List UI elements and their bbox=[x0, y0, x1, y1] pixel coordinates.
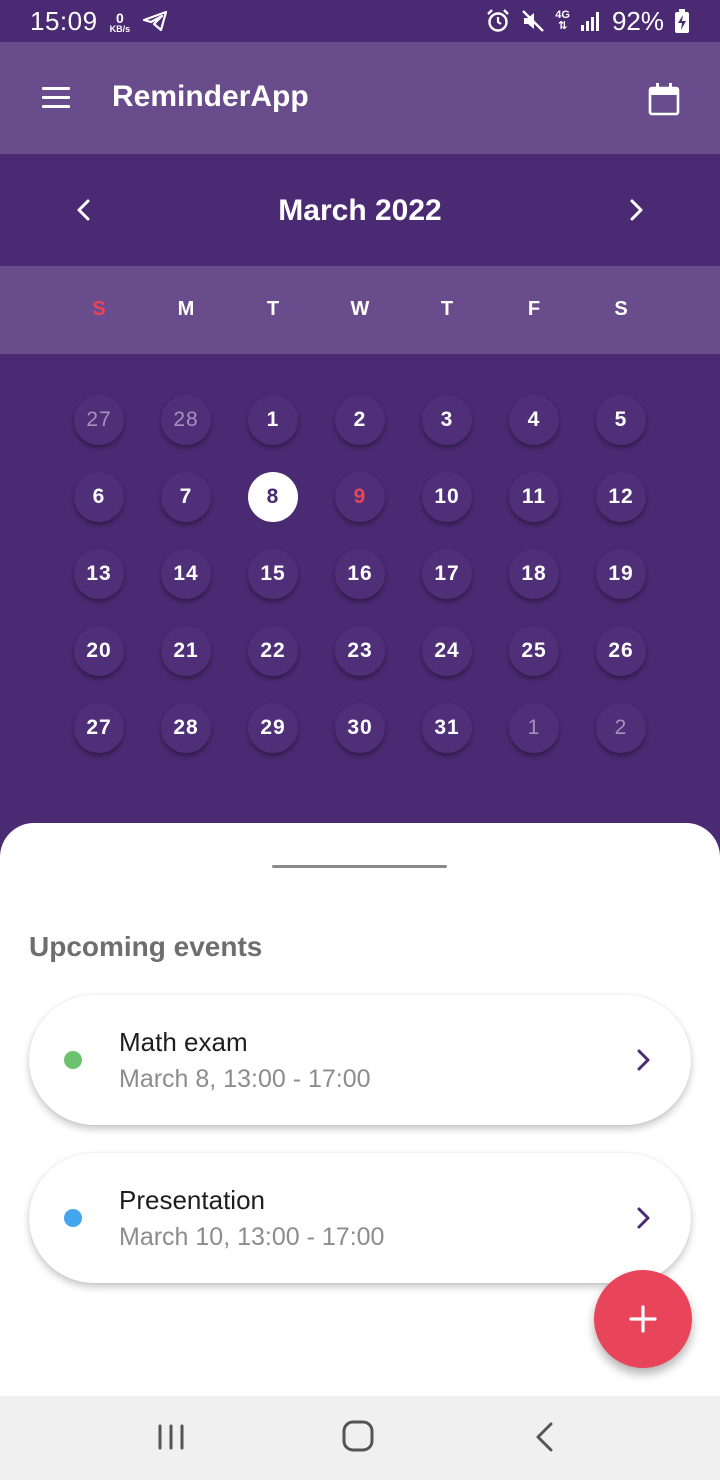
back-icon[interactable] bbox=[530, 1420, 560, 1454]
calendar-day[interactable]: 4 bbox=[509, 395, 559, 445]
plus-icon bbox=[629, 1305, 657, 1333]
calendar-day[interactable]: 21 bbox=[161, 626, 211, 676]
battery-percent: 92% bbox=[611, 5, 664, 36]
calendar-day[interactable]: 10 bbox=[422, 472, 472, 522]
data-rate-unit: KB/s bbox=[109, 23, 131, 34]
data-rate: 0 KB/s bbox=[110, 11, 131, 34]
calendar-day-outside-month[interactable]: 28 bbox=[161, 395, 211, 445]
event-name: Presentation bbox=[119, 1185, 265, 1215]
add-event-button[interactable] bbox=[594, 1270, 692, 1368]
weekday-label: W bbox=[350, 298, 370, 320]
status-right: 4G ⇅ 92% bbox=[485, 6, 690, 37]
weekday-label: T bbox=[266, 298, 280, 320]
calendar-day[interactable]: 22 bbox=[248, 626, 298, 676]
home-icon[interactable] bbox=[340, 1418, 376, 1454]
calendar-day[interactable]: 14 bbox=[161, 549, 211, 599]
event-color-dot bbox=[64, 1209, 82, 1227]
weekday-label: F bbox=[527, 298, 541, 320]
event-time: March 8, 13:00 - 17:00 bbox=[119, 1065, 371, 1093]
calendar-day[interactable]: 16 bbox=[335, 549, 385, 599]
calendar-day[interactable]: 17 bbox=[422, 549, 472, 599]
calendar-day[interactable]: 8 bbox=[248, 472, 298, 522]
calendar-day[interactable]: 12 bbox=[596, 472, 646, 522]
calendar-day[interactable]: 5 bbox=[596, 395, 646, 445]
calendar-day[interactable]: 20 bbox=[74, 626, 124, 676]
calendar-day[interactable]: 23 bbox=[335, 626, 385, 676]
status-time: 15:09 bbox=[30, 5, 98, 36]
calendar-day[interactable]: 29 bbox=[248, 703, 298, 753]
event-card[interactable]: Math exam March 8, 13:00 - 17:00 bbox=[29, 995, 691, 1125]
weekday-label: S bbox=[614, 298, 628, 320]
sheet-drag-handle[interactable] bbox=[272, 865, 447, 868]
signal-icon bbox=[580, 12, 599, 31]
chevron-right-icon[interactable] bbox=[631, 1203, 657, 1233]
calendar-day[interactable]: 31 bbox=[422, 703, 472, 753]
data-rate-value: 0 bbox=[115, 9, 124, 26]
chevron-right-icon[interactable] bbox=[631, 1045, 657, 1075]
battery-charging-icon bbox=[675, 9, 689, 33]
calendar-day-outside-month[interactable]: 27 bbox=[74, 395, 124, 445]
telegram-icon bbox=[142, 10, 168, 32]
weekday-label: T bbox=[440, 298, 454, 320]
weekday-label: S bbox=[92, 298, 106, 320]
section-title: Upcoming events bbox=[29, 931, 263, 962]
calendar-day[interactable]: 15 bbox=[248, 549, 298, 599]
mute-icon bbox=[522, 10, 545, 32]
calendar-day[interactable]: 26 bbox=[596, 626, 646, 676]
calendar-day[interactable]: 7 bbox=[161, 472, 211, 522]
calendar-day[interactable]: 1 bbox=[248, 395, 298, 445]
calendar-day[interactable]: 13 bbox=[74, 549, 124, 599]
calendar-day[interactable]: 28 bbox=[161, 703, 211, 753]
status-left: 15:09 0 KB/s bbox=[30, 6, 168, 37]
alarm-icon bbox=[487, 9, 510, 32]
calendar-day[interactable]: 25 bbox=[509, 626, 559, 676]
calendar-day[interactable]: 27 bbox=[74, 703, 124, 753]
calendar-day[interactable]: 18 bbox=[509, 549, 559, 599]
status-bar: 15:09 0 KB/s 4G ⇅ 92% bbox=[0, 0, 720, 42]
event-name: Math exam bbox=[119, 1027, 248, 1057]
calendar-day[interactable]: 11 bbox=[509, 472, 559, 522]
calendar-day[interactable]: 19 bbox=[596, 549, 646, 599]
app-title: ReminderApp bbox=[112, 80, 309, 113]
calendar-day[interactable]: 24 bbox=[422, 626, 472, 676]
calendar-grid: 27 28 1 2 3 4 5 6 7 8 9 10 11 12 13 14 15 16 17 18 19 20 21 22 2… bbox=[0, 354, 720, 824]
recent-apps-icon[interactable] bbox=[156, 1422, 186, 1452]
calendar-day[interactable]: 9 bbox=[335, 472, 385, 522]
chevron-right-icon[interactable] bbox=[622, 196, 650, 224]
hamburger-menu-icon[interactable] bbox=[42, 87, 70, 109]
month-title: March 2022 bbox=[278, 194, 442, 227]
event-color-dot bbox=[64, 1051, 82, 1069]
calendar-day-outside-month[interactable]: 1 bbox=[509, 703, 559, 753]
network-type: 4G ⇅ bbox=[555, 10, 570, 32]
event-time: March 10, 13:00 - 17:00 bbox=[119, 1223, 385, 1251]
calendar-icon[interactable] bbox=[648, 82, 680, 116]
calendar-day[interactable]: 6 bbox=[74, 472, 124, 522]
app-bar: ReminderApp bbox=[0, 42, 720, 154]
calendar-day[interactable]: 2 bbox=[335, 395, 385, 445]
calendar-day[interactable]: 30 bbox=[335, 703, 385, 753]
event-card[interactable]: Presentation March 10, 13:00 - 17:00 bbox=[29, 1153, 691, 1283]
weekday-row: SMTWTFS bbox=[0, 266, 720, 354]
system-nav-bar bbox=[0, 1396, 720, 1480]
calendar-day-outside-month[interactable]: 2 bbox=[596, 703, 646, 753]
data-arrows: ⇅ bbox=[558, 20, 568, 32]
month-header: March 2022 bbox=[0, 154, 720, 266]
weekday-label: M bbox=[177, 298, 195, 320]
calendar-day[interactable]: 3 bbox=[422, 395, 472, 445]
